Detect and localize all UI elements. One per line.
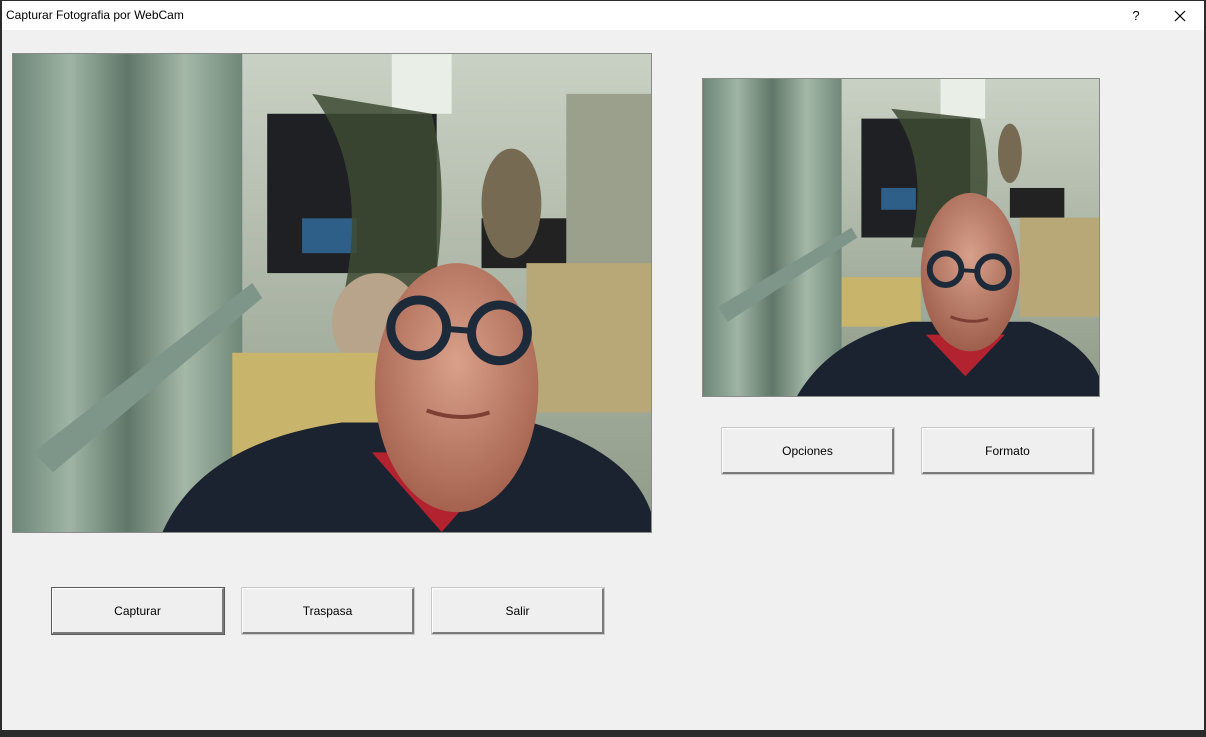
transfer-button[interactable]: Traspasa [241,587,415,635]
captured-photo-image [703,79,1099,396]
capture-button[interactable]: Capturar [51,587,225,635]
exit-button-label: Salir [505,603,530,618]
format-button[interactable]: Formato [921,427,1095,475]
close-icon [1174,10,1186,21]
capture-dialog-window: Capturar Fotografia por WebCam ? Opcione… [0,0,1206,737]
captured-photo [702,78,1100,397]
format-button-label: Formato [985,443,1030,458]
capture-button-label: Capturar [114,603,161,618]
options-button-label: Opciones [782,443,833,458]
exit-button[interactable]: Salir [431,587,605,635]
window-title: Capturar Fotografia por WebCam [6,8,184,22]
transfer-button-label: Traspasa [302,603,353,618]
help-icon: ? [1132,8,1140,23]
title-bar[interactable]: Capturar Fotografia por WebCam ? [2,1,1204,30]
webcam-preview-image [13,54,651,532]
help-button[interactable]: ? [1114,1,1158,30]
webcam-preview [12,53,652,533]
close-button[interactable] [1158,1,1202,30]
options-button[interactable]: Opciones [721,427,895,475]
